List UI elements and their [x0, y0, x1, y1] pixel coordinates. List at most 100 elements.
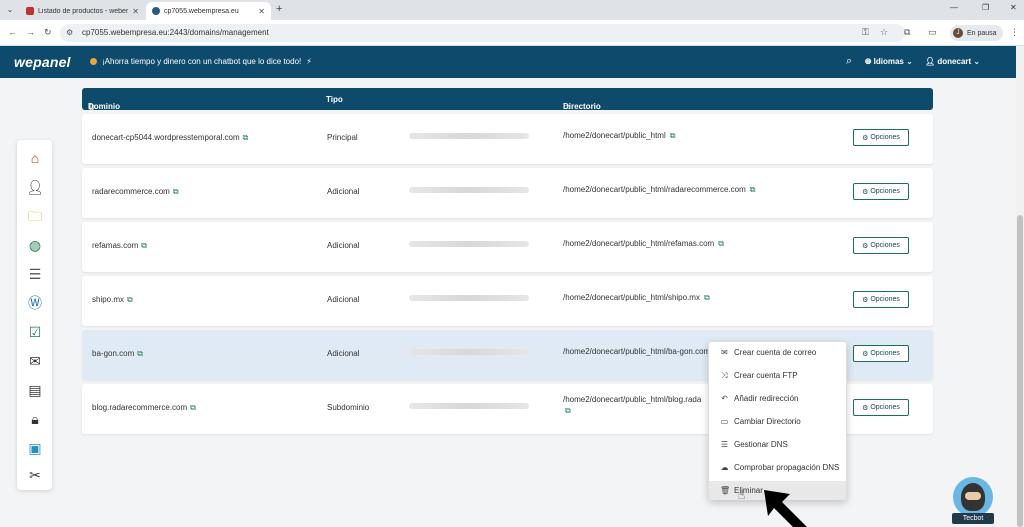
- external-link-icon[interactable]: ⧉: [718, 239, 724, 248]
- domain-type: Principal: [327, 133, 358, 142]
- password-key-icon[interactable]: ⚿: [862, 27, 869, 38]
- user-settings-icon[interactable]: 👤︎: [25, 177, 45, 197]
- search-icon[interactable]: ⌕: [846, 55, 852, 68]
- menu-item-create-ftp[interactable]: ⤨ Crear cuenta FTP: [709, 366, 846, 385]
- bot-face-icon: [961, 483, 985, 511]
- gears-icon: ⚙: [862, 242, 869, 250]
- menu-item-add-redirect[interactable]: ↶ Añadir redirección: [709, 389, 846, 408]
- user-menu[interactable]: 👤︎ donecart ⌄: [925, 57, 980, 66]
- menu-item-manage-dns[interactable]: ☰ Gestionar DNS: [709, 435, 846, 454]
- domain-link[interactable]: blog.radarecommerce.com ⧉: [92, 403, 196, 413]
- avatar: J: [953, 28, 963, 38]
- options-button[interactable]: ⚙ Opciones: [853, 399, 909, 416]
- url-input[interactable]: cp7055.webempresa.eu:2443/domains/manage…: [60, 24, 905, 42]
- lock-icon[interactable]: 🔒︎: [25, 409, 45, 429]
- domain-type: Subdominio: [327, 403, 370, 412]
- chatbot-label[interactable]: Tecbot: [952, 513, 994, 524]
- tools-icon[interactable]: ✂: [25, 465, 45, 485]
- menu-item-create-email[interactable]: ✉ Crear cuenta de correo: [709, 343, 846, 362]
- domain-type: Adicional: [327, 349, 360, 358]
- external-link-icon[interactable]: ⧉: [565, 406, 571, 415]
- tab-search-icon[interactable]: ⌄: [4, 4, 16, 16]
- site-info-icon[interactable]: ⚙: [66, 28, 73, 37]
- folder-icon[interactable]: 🗀: [25, 206, 45, 226]
- options-button[interactable]: ⚙ Opciones: [853, 291, 909, 308]
- menu-kebab-icon[interactable]: ⋮: [1010, 27, 1019, 38]
- promo-banner[interactable]: ¡Ahorra tiempo y dinero con un chatbot q…: [90, 57, 312, 66]
- menu-item-change-directory[interactable]: ▭ Cambiar Directorio: [709, 412, 846, 431]
- scrollbar-thumb[interactable]: [1017, 215, 1023, 527]
- reload-icon[interactable]: ↻: [44, 27, 52, 38]
- pointer-cursor-icon: ☝: [738, 488, 746, 502]
- minimize-icon[interactable]: —: [950, 3, 958, 12]
- favicon-icon: [26, 7, 34, 15]
- domain-link[interactable]: refamas.com ⧉: [92, 241, 147, 251]
- home-icon[interactable]: ⌂: [25, 148, 45, 168]
- column-type: Tipo: [326, 95, 343, 104]
- browser-check-icon[interactable]: ☑: [25, 322, 45, 342]
- toolbox-icon[interactable]: ▣: [25, 438, 45, 458]
- domain-type: Adicional: [327, 295, 360, 304]
- loading-placeholder: [409, 295, 529, 301]
- browser-tab-bar: ⌄ Listado de productos - webem ✕ cp7055.…: [0, 0, 1024, 20]
- back-icon[interactable]: ←: [8, 27, 17, 37]
- wepanel-logo[interactable]: wepanel: [14, 54, 71, 70]
- bookmark-star-icon[interactable]: ☆: [880, 27, 888, 38]
- language-menu[interactable]: 🌐︎ Idiomas ⌄: [865, 57, 913, 67]
- external-link-icon[interactable]: ⧉: [243, 133, 249, 142]
- lightning-icon: ⚡: [306, 57, 312, 66]
- options-button[interactable]: ⚙ Opciones: [853, 237, 909, 254]
- close-tab-icon[interactable]: ✕: [258, 7, 265, 16]
- loading-placeholder: [409, 349, 529, 355]
- domain-link[interactable]: ba-gon.com ⧉: [92, 349, 143, 359]
- annotation-arrow-icon: [764, 490, 807, 527]
- wordpress-icon[interactable]: Ⓦ: [25, 293, 45, 313]
- external-link-icon[interactable]: ⧉: [127, 295, 133, 304]
- options-dropdown-menu: ✉ Crear cuenta de correo ⤨ Crear cuenta FT…: [708, 341, 847, 500]
- report-icon[interactable]: ▤: [25, 380, 45, 400]
- left-dock: ⌂ 👤︎ 🗀 ◍ ☰ Ⓦ ☑ ✉ ▤ 🔒︎ ▣ ✂: [17, 140, 52, 490]
- gears-icon: ⚙: [862, 296, 869, 304]
- browser-tab-cpanel[interactable]: cp7055.webempresa.eu ✕: [146, 2, 271, 20]
- forward-icon[interactable]: →: [26, 27, 35, 37]
- restore-icon[interactable]: ❐: [982, 3, 989, 12]
- directory-path: /home2/donecart/public_html/shipo.mx ⧉: [563, 293, 710, 302]
- external-link-icon[interactable]: ⧉: [704, 293, 710, 302]
- external-link-icon[interactable]: ⧉: [670, 131, 676, 140]
- options-button[interactable]: ⚙ Opciones: [853, 129, 909, 146]
- trash-icon: 🗑︎: [720, 486, 731, 495]
- reply-icon: ↶: [721, 394, 728, 403]
- domain-link[interactable]: radarecommerce.com ⧉: [92, 187, 179, 197]
- mail-icon[interactable]: ✉: [25, 351, 45, 371]
- cloud-icon: ☁: [720, 463, 729, 472]
- browser-tab-products[interactable]: Listado de productos - webem ✕: [20, 2, 145, 20]
- sidebar-icon[interactable]: ▭: [928, 27, 937, 38]
- chatbot-avatar[interactable]: [953, 477, 993, 517]
- loading-placeholder: [409, 241, 529, 247]
- favicon-icon: [152, 7, 160, 15]
- tab-title: cp7055.webempresa.eu: [164, 7, 239, 15]
- new-tab-icon[interactable]: +: [276, 3, 282, 15]
- database-icon[interactable]: ☰: [25, 264, 45, 284]
- options-button[interactable]: ⚙ Opciones: [853, 345, 909, 362]
- profile-button[interactable]: J En pausa: [950, 25, 1003, 41]
- table-row: radarecommerce.com ⧉ Adicional /home2/don…: [82, 168, 933, 218]
- external-link-icon[interactable]: ⧉: [190, 403, 196, 412]
- external-link-icon[interactable]: ⧉: [141, 241, 147, 250]
- loading-placeholder: [409, 403, 529, 409]
- chevron-down-icon: ⌄: [973, 57, 981, 66]
- external-link-icon[interactable]: ⧉: [173, 187, 179, 196]
- close-tab-icon[interactable]: ✕: [132, 7, 139, 16]
- directory-path: /home2/donecart/public_html/refamas.com ⧉: [563, 239, 724, 248]
- external-link-icon[interactable]: ⧉: [137, 349, 143, 358]
- options-button[interactable]: ⚙ Opciones: [853, 183, 909, 200]
- profile-status: En pausa: [967, 29, 997, 37]
- user-icon: 👤︎: [925, 57, 936, 66]
- extension-icon[interactable]: ⧉: [904, 27, 910, 38]
- close-window-icon[interactable]: ✕: [1010, 3, 1017, 12]
- external-link-icon[interactable]: ⧉: [750, 185, 756, 194]
- domain-link[interactable]: donecart-cp5044.wordpresstemporal.com ⧉: [92, 133, 248, 143]
- globe-icon[interactable]: ◍: [25, 235, 45, 255]
- domain-link[interactable]: shipo.mx ⧉: [92, 295, 133, 305]
- menu-item-check-dns-propagation[interactable]: ☁ Comprobar propagación DNS: [709, 458, 846, 477]
